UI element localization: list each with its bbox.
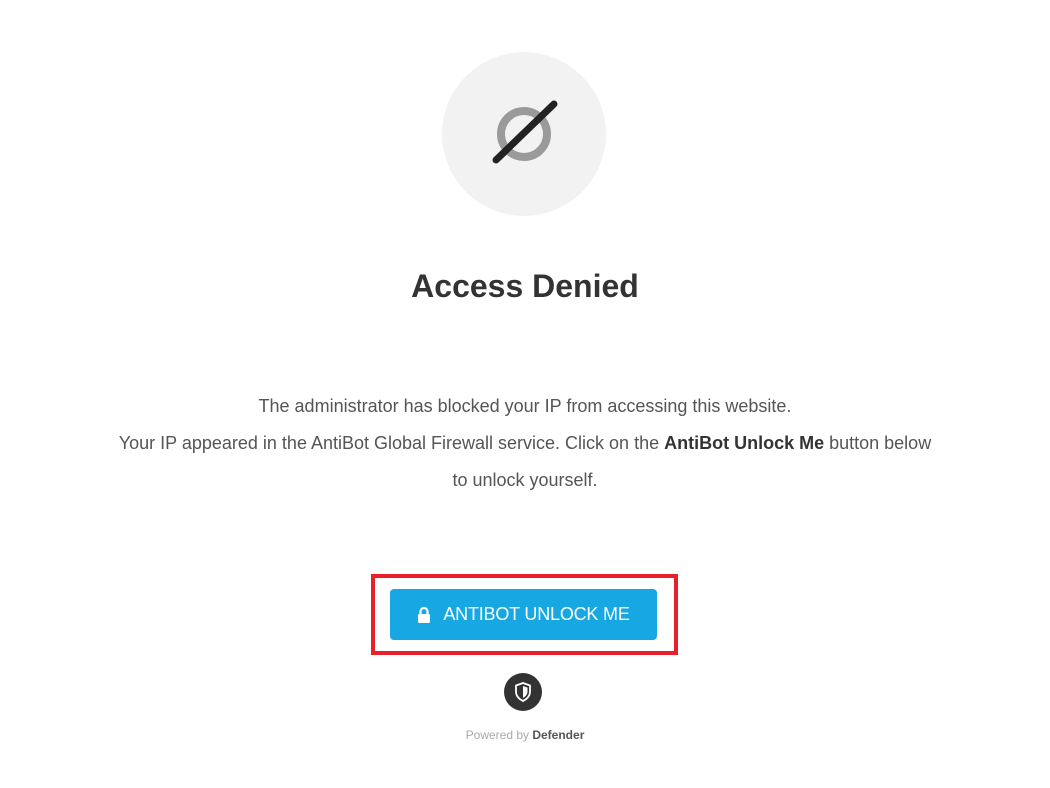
message-line-2: Your IP appeared in the AntiBot Global F… — [90, 425, 960, 462]
message-line-1: The administrator has blocked your IP fr… — [258, 396, 792, 416]
message-line-2-suffix: button below — [824, 433, 932, 453]
blocked-icon-container — [442, 52, 606, 216]
powered-prefix: Powered by — [465, 728, 533, 742]
message-line-2-prefix: Your IP appeared in the AntiBot Global F… — [118, 433, 665, 453]
lock-icon — [418, 606, 431, 623]
antibot-unlock-button[interactable]: ANTIBOT UNLOCK ME — [390, 589, 657, 640]
blocked-message: The administrator has blocked your IP fr… — [90, 388, 960, 499]
message-line-2-bold: AntiBot Unlock Me — [664, 433, 825, 453]
blocked-icon — [492, 100, 558, 164]
page-title: Access Denied — [411, 268, 639, 304]
unlock-button-label: ANTIBOT UNLOCK ME — [443, 604, 630, 624]
powered-by: Powered by Defender — [0, 728, 1050, 742]
shield-icon — [515, 682, 531, 702]
access-denied-page: Access Denied The administrator has bloc… — [0, 0, 1050, 788]
powered-brand: Defender — [532, 728, 585, 742]
shield-icon-badge — [504, 673, 542, 711]
message-line-3: to unlock yourself. — [452, 470, 598, 490]
